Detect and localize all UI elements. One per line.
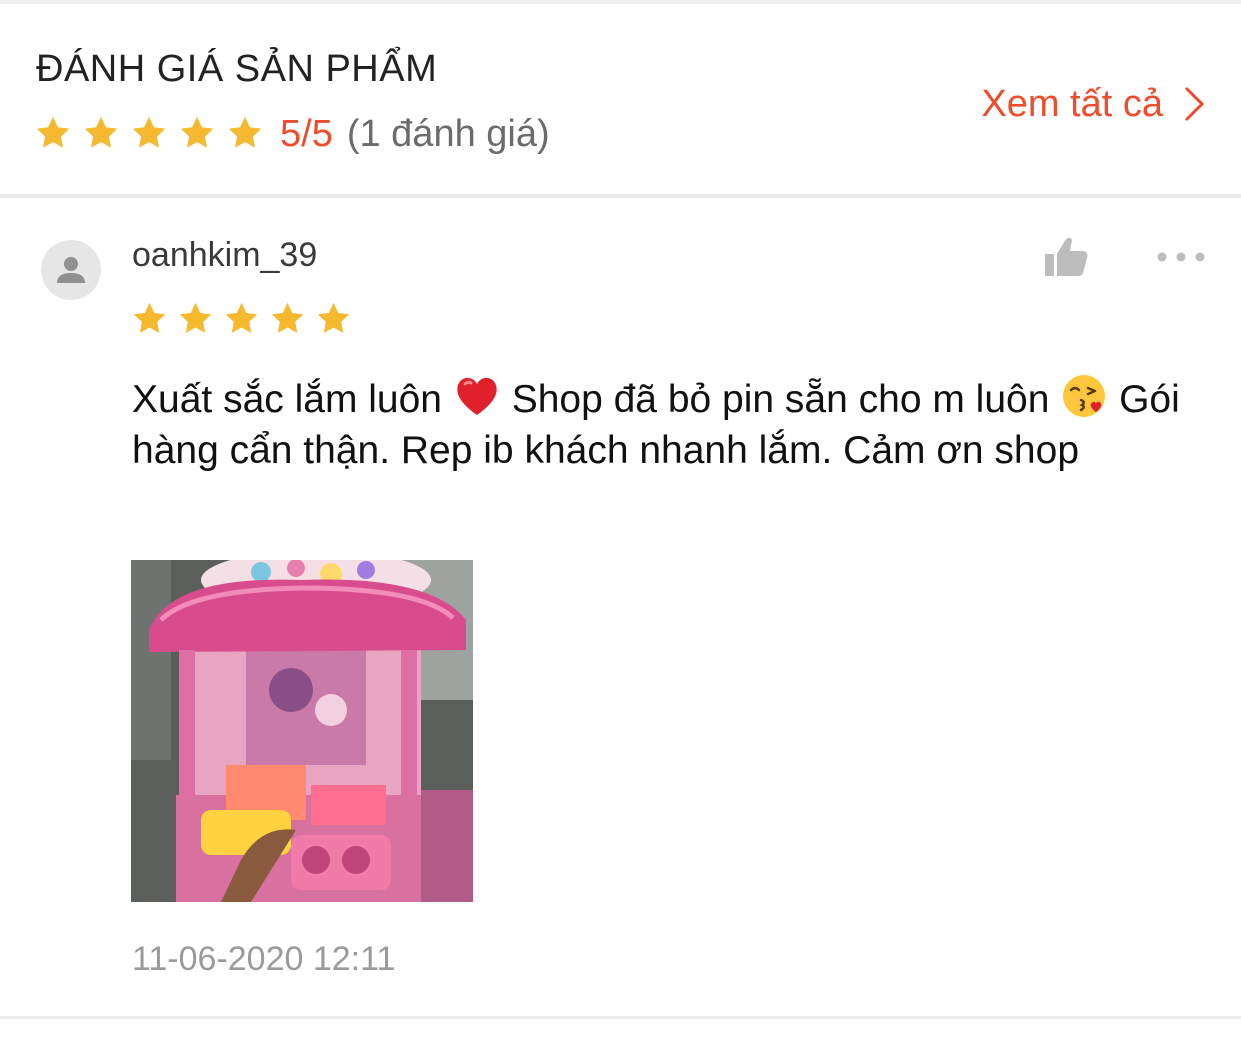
summary-stars — [34, 114, 274, 154]
review-text: Xuất sắc lắm luôn Shop đã bỏ pin sẵn cho… — [132, 372, 1192, 476]
rating-count: (1 đánh giá) — [346, 112, 550, 155]
thumbs-up-icon[interactable] — [1043, 235, 1091, 279]
rating-summary: 5/5 (1 đánh giá) — [34, 112, 550, 156]
bottom-divider — [0, 1016, 1241, 1019]
star-icon — [34, 114, 74, 154]
avatar[interactable] — [41, 240, 101, 300]
star-icon — [223, 300, 260, 337]
star-icon — [131, 300, 168, 337]
star-icon — [82, 114, 122, 154]
star-icon — [178, 114, 218, 154]
star-icon — [269, 300, 306, 337]
kissing-face-icon — [1060, 372, 1108, 420]
see-all-label: Xem tất cả — [981, 82, 1163, 125]
review-text-part: Xuất sắc lắm luôn — [132, 378, 443, 421]
section-divider — [0, 194, 1241, 198]
chevron-right-icon — [1181, 84, 1207, 124]
star-icon — [130, 114, 170, 154]
star-icon — [226, 114, 266, 154]
red-heart-icon — [453, 372, 501, 420]
review-date: 11-06-2020 12:11 — [132, 940, 396, 978]
top-divider — [0, 0, 1241, 4]
star-icon — [177, 300, 214, 337]
review-stars — [131, 300, 361, 337]
rating-score: 5/5 — [280, 112, 333, 155]
section-title: ĐÁNH GIÁ SẢN PHẨM — [36, 48, 438, 90]
review-text-part: Shop đã bỏ pin sẵn cho m luôn — [500, 378, 1061, 421]
review-photo[interactable] — [131, 560, 473, 902]
star-icon — [315, 300, 352, 337]
more-options-icon[interactable] — [1155, 247, 1207, 267]
see-all-button[interactable]: Xem tất cả — [981, 80, 1207, 128]
reviewer-username: oanhkim_39 — [132, 236, 318, 274]
